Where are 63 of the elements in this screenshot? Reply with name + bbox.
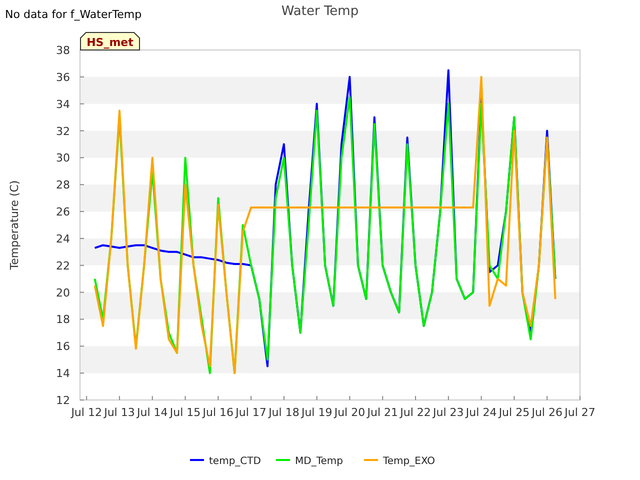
x-tick-label: Jul 25 [498,406,530,419]
x-tick-label: Jul 20 [334,406,366,419]
x-tick-label: Jul 17 [236,406,266,419]
x-tick-label: Jul 24 [466,406,497,419]
tick-mark [80,346,84,347]
y-tick-label: 32 [56,124,70,138]
x-tick-label: Jul 18 [268,406,300,419]
tick-mark [80,264,84,266]
tick-mark [218,396,219,400]
tick-mark [250,396,252,400]
y-tick-label: 34 [56,98,70,111]
y-tick-label: 36 [56,70,70,84]
tick-mark [152,396,153,400]
tick-mark [118,396,120,400]
x-tick-label: Jul 19 [301,406,332,419]
tick-mark [80,318,84,320]
tick-mark [80,292,84,293]
station-tag: HS_met [80,32,140,50]
tick-mark [283,396,284,400]
x-tick-label: Jul 15 [170,406,201,419]
tick-mark [349,396,350,400]
tick-mark [80,157,84,158]
x-tick-label: Jul 16 [202,406,234,419]
tick-mark [184,396,186,400]
tick-mark [80,184,84,186]
tick-mark [546,396,548,400]
y-tick-label: 22 [56,259,70,272]
tick-mark [316,396,318,400]
tick-mark [480,396,482,400]
legend-label: Temp_EXO [383,456,436,467]
y-tick-label: 18 [56,313,70,326]
y-tick-label: 12 [56,394,70,407]
y-axis-label: Temperature (C) [8,180,21,270]
y-tick-label: 24 [56,232,70,246]
y-tick-label: 30 [56,152,70,165]
legend-label: MD_Temp [295,456,343,467]
x-tick-label: Jul 14 [136,406,168,419]
tick-mark [382,396,384,400]
y-tick-label: 16 [56,340,70,354]
no-data-note: No data for f_WaterTemp [5,8,142,21]
y-tick-label: 28 [56,178,70,192]
x-tick-label: Jul 26 [532,406,562,419]
tick-mark [80,238,84,239]
x-tick-label: Jul 23 [433,406,464,419]
x-tick-label: Jul 21 [367,406,398,419]
x-tick-label: Jul 22 [400,406,431,419]
chart-title: Water Temp [281,4,359,19]
legend-label: temp_CTD [209,456,261,467]
x-tick-label: Jul 27 [564,406,596,419]
tick-mark [448,396,449,400]
tick-mark [80,211,84,212]
tick-mark [415,396,416,400]
y-tick-label: 14 [56,367,70,380]
tick-mark [80,130,84,132]
tick-mark [80,372,84,374]
tick-mark [80,103,84,104]
y-tick-label: 26 [56,206,70,219]
x-tick-label: Jul 12 [71,406,102,419]
tick-mark [514,396,515,400]
tick-mark [80,76,84,78]
x-tick-label: Jul 13 [104,406,135,419]
y-tick-label: 20 [56,286,70,300]
y-tick-label: 38 [56,44,70,57]
